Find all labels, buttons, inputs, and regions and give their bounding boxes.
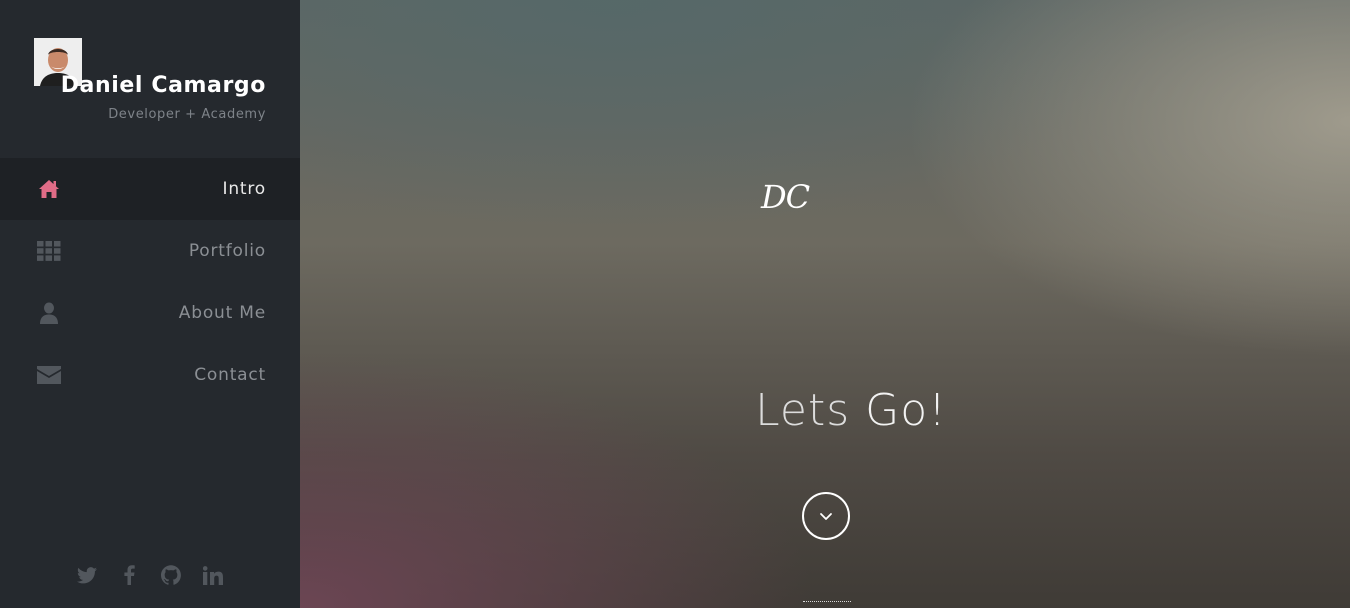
hero-section: DC Lets Go! bbox=[300, 0, 1350, 608]
twitter-link[interactable] bbox=[76, 564, 98, 586]
linkedin-icon bbox=[203, 565, 223, 585]
profile-name: Daniel Camargo bbox=[60, 73, 266, 98]
chevron-down-icon bbox=[820, 512, 832, 520]
profile-subtitle: Developer + Academy bbox=[108, 107, 266, 122]
section-divider bbox=[803, 601, 851, 602]
sidebar-item-label: Portfolio bbox=[188, 241, 266, 261]
scroll-down-button[interactable] bbox=[802, 492, 850, 540]
sidebar: Daniel Camargo Developer + Academy Intro bbox=[0, 0, 300, 608]
sidebar-item-contact[interactable]: Contact bbox=[0, 344, 300, 406]
site-logo: DC bbox=[761, 178, 810, 216]
sidebar-nav: Intro Portfolio About Me Contact bbox=[0, 158, 300, 406]
facebook-link[interactable] bbox=[118, 564, 140, 586]
social-links bbox=[0, 564, 300, 586]
hero-title-part2: Go! bbox=[865, 385, 947, 436]
twitter-icon bbox=[77, 566, 97, 583]
github-link[interactable] bbox=[160, 564, 182, 586]
profile-header: Daniel Camargo Developer + Academy bbox=[0, 0, 300, 158]
hero-title-part1: Lets bbox=[755, 385, 851, 436]
user-icon bbox=[37, 301, 61, 325]
sidebar-item-label: Contact bbox=[194, 365, 266, 385]
envelope-icon bbox=[37, 363, 61, 387]
sidebar-item-portfolio[interactable]: Portfolio bbox=[0, 220, 300, 282]
facebook-icon bbox=[123, 565, 135, 585]
sidebar-item-label: Intro bbox=[222, 179, 266, 199]
github-icon bbox=[161, 565, 181, 585]
grid-icon bbox=[37, 239, 61, 263]
hero-title: Lets Go! bbox=[300, 385, 1350, 436]
sidebar-item-about-me[interactable]: About Me bbox=[0, 282, 300, 344]
sidebar-item-intro[interactable]: Intro bbox=[0, 158, 300, 220]
sidebar-item-label: About Me bbox=[178, 303, 266, 323]
linkedin-link[interactable] bbox=[202, 564, 224, 586]
home-icon bbox=[37, 177, 61, 201]
